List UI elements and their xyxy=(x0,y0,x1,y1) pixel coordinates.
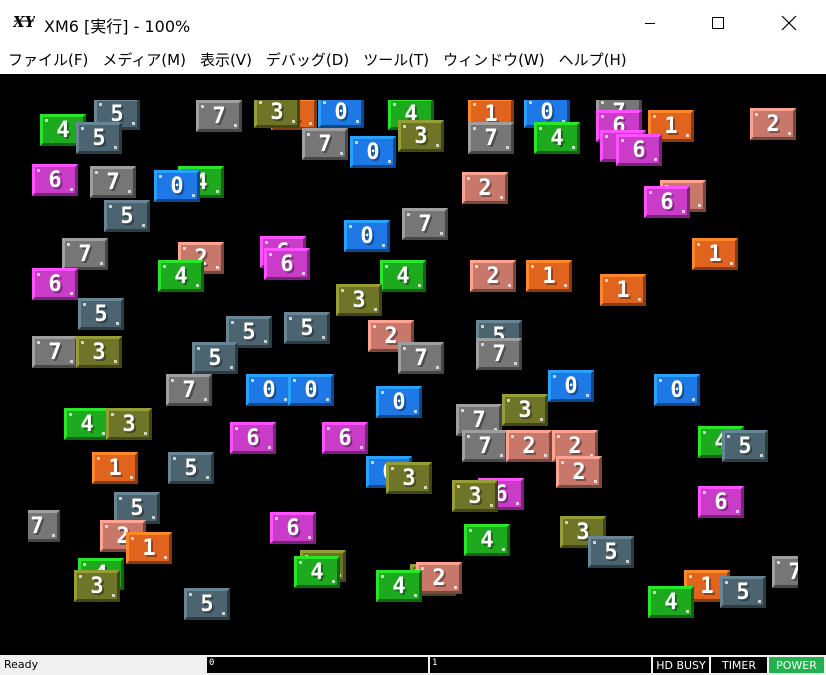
number-tile-0: 0 xyxy=(376,386,422,418)
number-tile-1: 1 xyxy=(526,260,572,292)
maximize-icon xyxy=(712,17,724,29)
number-tile-0: 0 xyxy=(154,170,200,202)
number-tile-7: 7 xyxy=(468,122,514,154)
number-tile-5: 5 xyxy=(588,536,634,568)
number-tile-7: 7 xyxy=(772,556,798,588)
fdd1-label: 1 xyxy=(432,658,438,668)
number-tile-7: 7 xyxy=(196,100,242,132)
number-tile-2: 2 xyxy=(416,562,462,594)
fdd0-label: 0 xyxy=(209,658,215,668)
fdd0-status: 0 xyxy=(207,657,428,673)
number-tile-7: 7 xyxy=(398,342,444,374)
number-tile-3: 3 xyxy=(386,462,432,494)
number-tile-0: 0 xyxy=(350,136,396,168)
number-tile-6: 6 xyxy=(270,512,316,544)
number-tile-6: 6 xyxy=(698,486,744,518)
menu-bar: ファイル(F) メディア(M) 表示(V) デバッグ(D) ツール(T) ウィン… xyxy=(0,46,826,74)
menu-tools[interactable]: ツール(T) xyxy=(356,46,436,74)
number-tile-4: 4 xyxy=(380,260,426,292)
number-tile-7: 7 xyxy=(62,238,108,270)
window-title: XM6 [実行] - 100% xyxy=(44,17,191,36)
number-tile-0: 0 xyxy=(288,374,334,406)
number-tile-7: 7 xyxy=(462,430,508,462)
number-tile-6: 6 xyxy=(32,164,78,196)
hd-busy-indicator: HD BUSY xyxy=(653,657,709,673)
power-indicator: POWER xyxy=(769,657,824,673)
emulator-screen[interactable]: 7510341076124570374666407226075726164421… xyxy=(0,74,826,655)
number-tile-2: 2 xyxy=(506,430,552,462)
xm6-app-icon: XY xyxy=(13,13,35,30)
number-tile-5: 5 xyxy=(104,200,150,232)
number-tile-7: 7 xyxy=(476,338,522,370)
number-tile-1: 1 xyxy=(692,238,738,270)
number-tile-6: 6 xyxy=(32,268,78,300)
number-tile-7: 7 xyxy=(28,510,60,542)
number-tile-5: 5 xyxy=(78,298,124,330)
status-bar: Ready 0 1 HD BUSY TIMER POWER xyxy=(0,655,826,675)
number-tile-3: 3 xyxy=(106,408,152,440)
minimize-button[interactable] xyxy=(627,0,673,46)
menu-media[interactable]: メディア(M) xyxy=(95,46,193,74)
menu-file[interactable]: ファイル(F) xyxy=(0,46,95,74)
number-tile-5: 5 xyxy=(284,312,330,344)
number-tile-0: 0 xyxy=(548,370,594,402)
status-ready: Ready xyxy=(4,658,39,671)
number-tile-1: 1 xyxy=(600,274,646,306)
number-tile-3: 3 xyxy=(452,480,498,512)
number-tile-0: 0 xyxy=(344,220,390,252)
sprite-layer: 7510341076124570374666407226075726164421… xyxy=(28,100,798,620)
close-button[interactable] xyxy=(766,0,812,46)
number-tile-1: 1 xyxy=(126,532,172,564)
number-tile-4: 4 xyxy=(158,260,204,292)
number-tile-3: 3 xyxy=(398,120,444,152)
number-tile-5: 5 xyxy=(720,576,766,608)
number-tile-3: 3 xyxy=(254,100,300,128)
menu-help[interactable]: ヘルプ(H) xyxy=(552,46,634,74)
number-tile-3: 3 xyxy=(336,284,382,316)
minimize-icon xyxy=(645,23,655,24)
maximize-button[interactable] xyxy=(695,0,741,46)
number-tile-0: 0 xyxy=(318,100,364,128)
number-tile-4: 4 xyxy=(64,408,110,440)
number-tile-3: 3 xyxy=(502,394,548,426)
number-tile-6: 6 xyxy=(616,134,662,166)
number-tile-0: 0 xyxy=(246,374,292,406)
number-tile-1: 1 xyxy=(92,452,138,484)
close-icon xyxy=(781,15,797,31)
number-tile-5: 5 xyxy=(184,588,230,620)
number-tile-7: 7 xyxy=(90,166,136,198)
number-tile-4: 4 xyxy=(376,570,422,602)
number-tile-2: 2 xyxy=(462,172,508,204)
number-tile-4: 4 xyxy=(294,556,340,588)
menu-debug[interactable]: デバッグ(D) xyxy=(259,46,356,74)
timer-indicator: TIMER xyxy=(711,657,767,673)
number-tile-2: 2 xyxy=(556,456,602,488)
menu-window[interactable]: ウィンドウ(W) xyxy=(436,46,552,74)
number-tile-6: 6 xyxy=(264,248,310,280)
number-tile-7: 7 xyxy=(166,374,212,406)
number-tile-5: 5 xyxy=(192,342,238,374)
menu-view[interactable]: 表示(V) xyxy=(193,46,259,74)
number-tile-2: 2 xyxy=(750,108,796,140)
fdd1-status: 1 xyxy=(430,657,651,673)
number-tile-5: 5 xyxy=(722,430,768,462)
number-tile-2: 2 xyxy=(470,260,516,292)
number-tile-4: 4 xyxy=(534,122,580,154)
number-tile-7: 7 xyxy=(302,128,348,160)
number-tile-6: 6 xyxy=(322,422,368,454)
number-tile-0: 0 xyxy=(654,374,700,406)
title-bar: XY XM6 [実行] - 100% xyxy=(0,0,826,46)
number-tile-5: 5 xyxy=(168,452,214,484)
number-tile-4: 4 xyxy=(648,586,694,618)
number-tile-5: 5 xyxy=(76,122,122,154)
number-tile-7: 7 xyxy=(402,208,448,240)
number-tile-4: 4 xyxy=(464,524,510,556)
number-tile-7: 7 xyxy=(32,336,78,368)
number-tile-6: 6 xyxy=(230,422,276,454)
number-tile-3: 3 xyxy=(74,570,120,602)
number-tile-6: 6 xyxy=(644,186,690,218)
number-tile-3: 3 xyxy=(76,336,122,368)
